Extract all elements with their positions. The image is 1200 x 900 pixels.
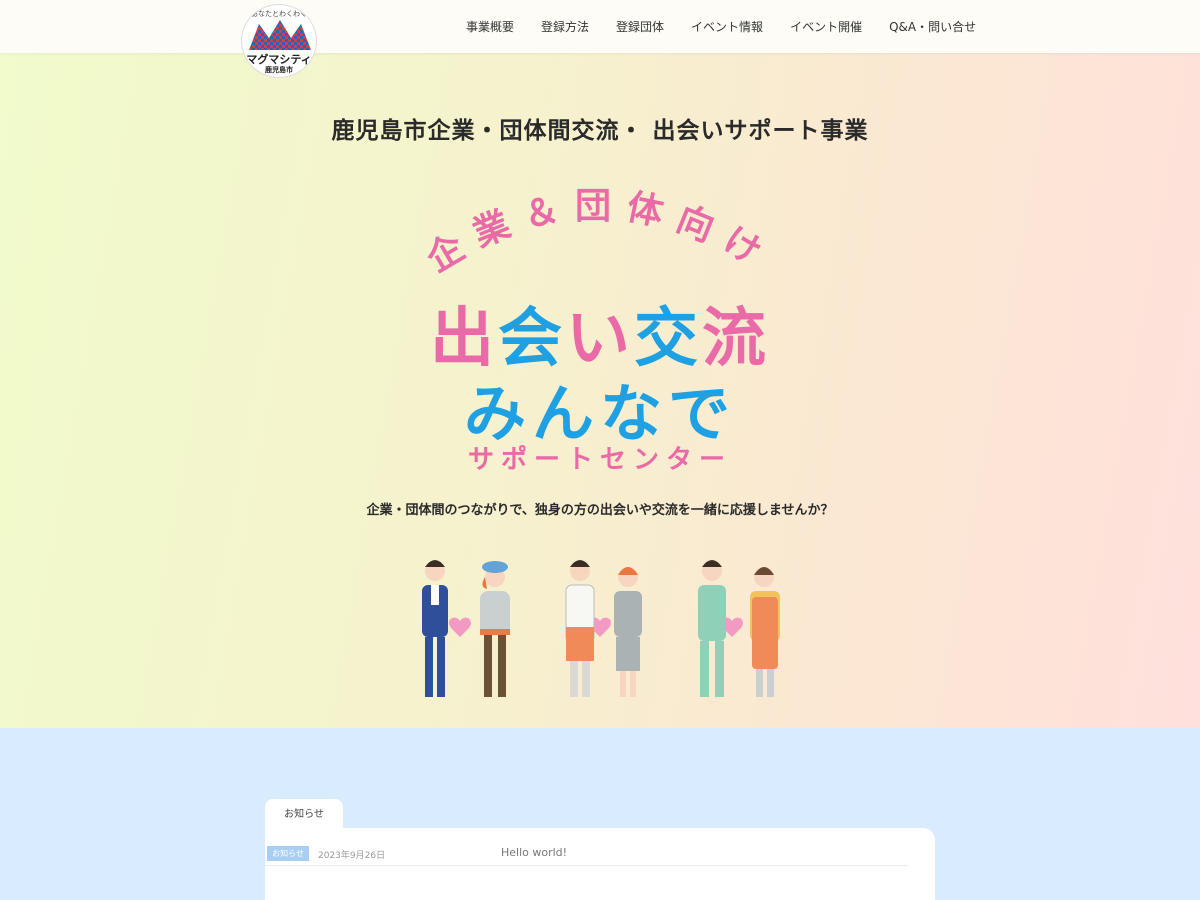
main-nav: 事業概要 登録方法 登録団体 イベント情報 イベント開催 Q&A・問い合せ (466, 18, 976, 35)
nav-item-event-info[interactable]: イベント情報 (691, 18, 763, 35)
news-list-item[interactable]: お知らせ 2023年9月26日 Hello world! (265, 846, 908, 866)
hero-title: 鹿児島市企業・団体間交流・ 出会いサポート事業 (331, 118, 869, 144)
couples-illustration (422, 560, 780, 697)
news-title-link[interactable]: Hello world! (501, 846, 567, 859)
woman-office-figure (614, 567, 642, 697)
man-worker-figure (698, 560, 726, 697)
tab-news[interactable]: お知らせ (265, 799, 343, 831)
woman-apron-figure (750, 567, 780, 697)
nav-item-faq-contact[interactable]: Q&A・問い合せ (889, 18, 976, 35)
nav-item-overview[interactable]: 事業概要 (466, 18, 514, 35)
hero-section: 鹿児島市企業・団体間交流・ 出会いサポート事業 企業＆団体向け 出会い交流 みん… (0, 53, 1200, 728)
nav-item-organizations[interactable]: 登録団体 (616, 18, 664, 35)
site-header: 事業概要 登録方法 登録団体 イベント情報 イベント開催 Q&A・問い合せ (0, 0, 1200, 53)
hero-logotype-line3: サポートセンター (467, 445, 732, 475)
svg-text:企業＆団体向け: 企業＆団体向け (419, 186, 780, 280)
news-category-badge: お知らせ (267, 846, 309, 861)
site-logo[interactable]: あなたとわくわく マグマシティ 鹿児島市 (241, 4, 317, 78)
man-suit-figure (422, 560, 448, 697)
logo-roof-icon (249, 20, 311, 50)
hero-arc-text: 企業＆団体向け (419, 186, 766, 280)
man-chef-figure (565, 560, 595, 697)
nav-item-event-hosting[interactable]: イベント開催 (790, 18, 862, 35)
news-panel: お知らせ 2023年9月26日 Hello world! (265, 828, 935, 900)
logo-city: 鹿児島市 (265, 66, 293, 74)
news-date: 2023年9月26日 (318, 851, 386, 861)
woman-beret-figure (480, 561, 510, 697)
hero-arc-heading: 企業＆団体向け (419, 186, 780, 280)
nav-item-registration[interactable]: 登録方法 (541, 18, 589, 35)
hero-subtitle: 企業・団体間のつながりで、独身の方の出会いや交流を一緒に応援しませんか？ (366, 503, 834, 518)
